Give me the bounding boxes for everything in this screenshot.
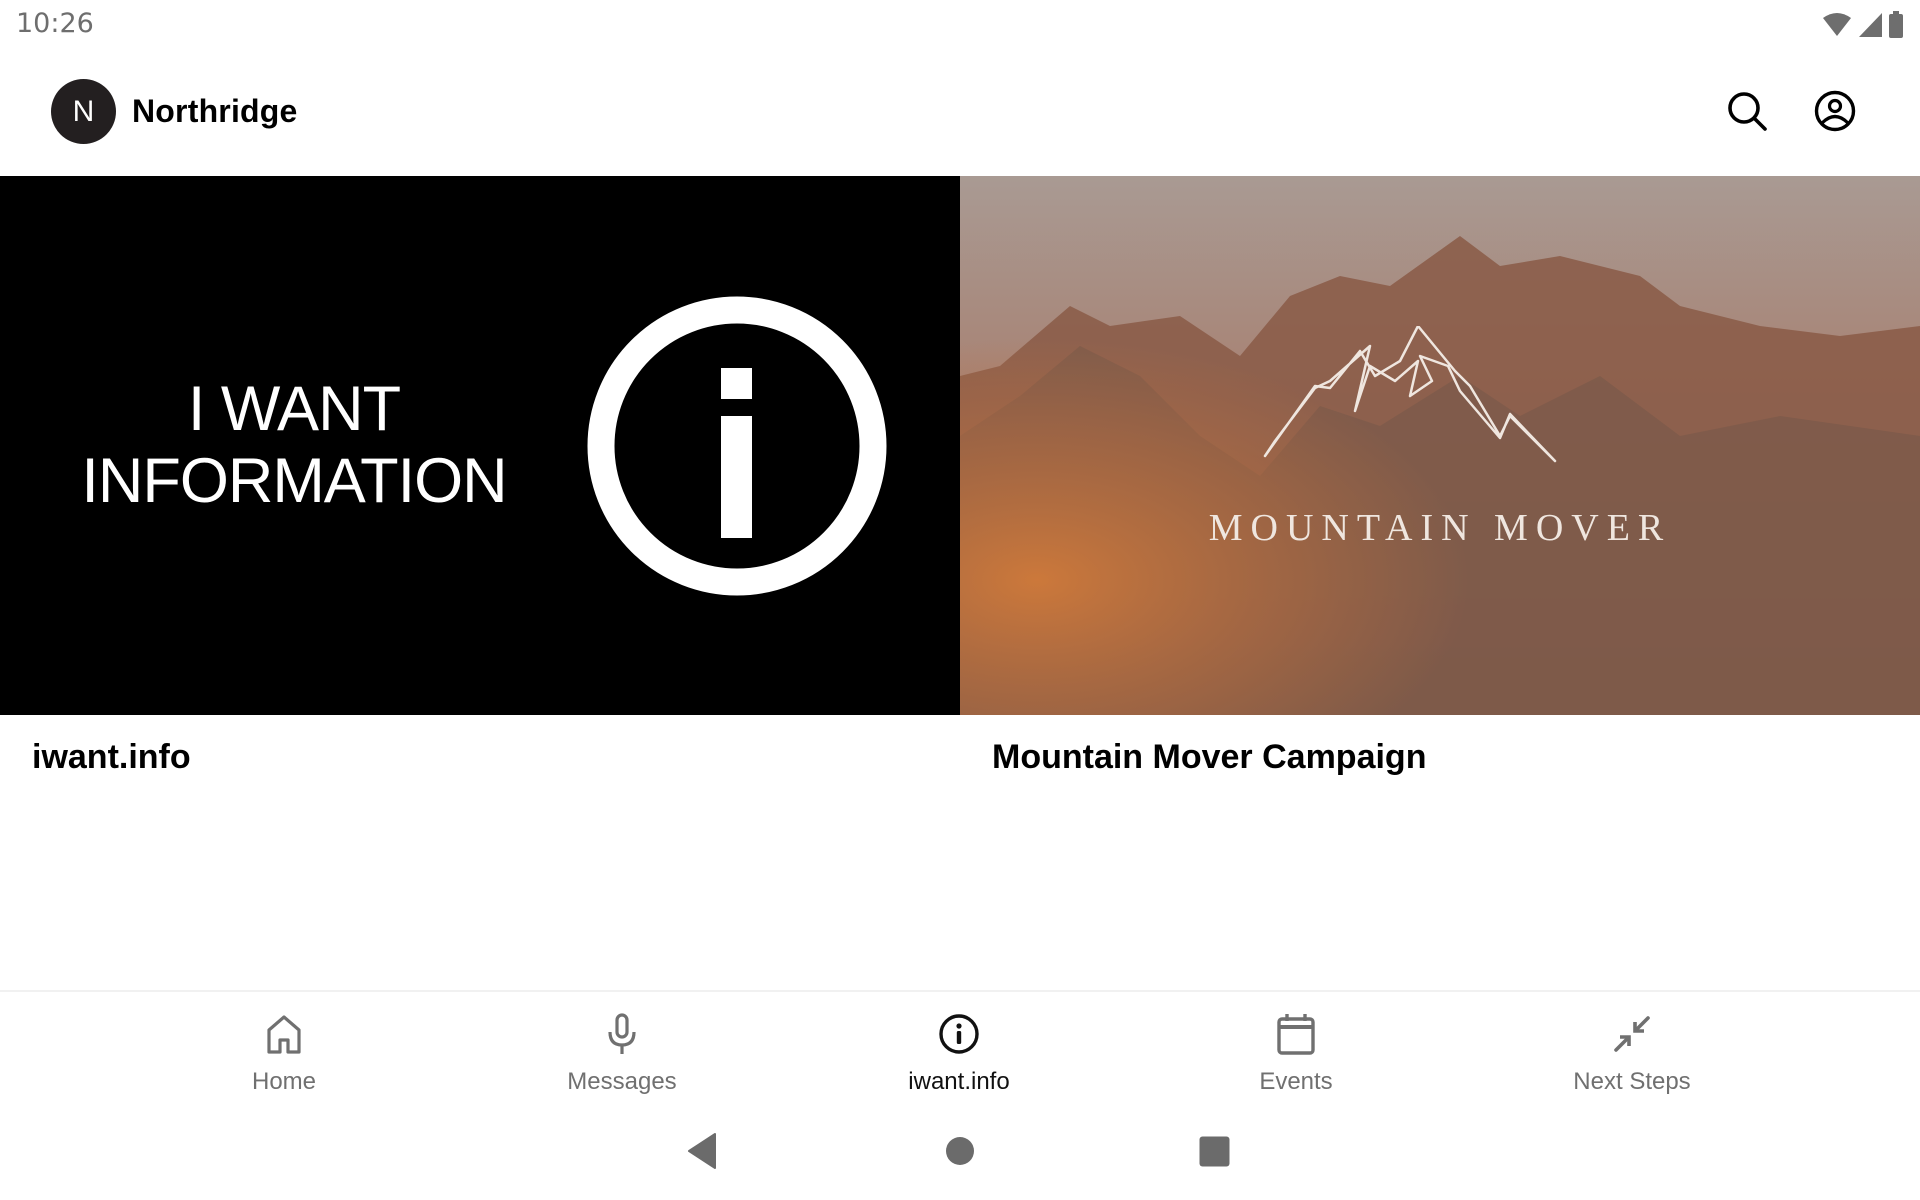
info-icon bbox=[939, 1014, 979, 1054]
banner-text: I WANT INFORMATION bbox=[0, 373, 588, 517]
battery-icon bbox=[1889, 11, 1903, 38]
mountain-logo-icon bbox=[1263, 326, 1557, 463]
card-iwant-info[interactable]: I WANT INFORMATION bbox=[0, 176, 960, 715]
search-icon bbox=[1728, 92, 1767, 131]
nav-item-next-steps[interactable]: Next Steps bbox=[1512, 1002, 1752, 1102]
banner-line-1: I WANT bbox=[187, 374, 401, 444]
church-logo[interactable]: N bbox=[51, 79, 116, 144]
cellular-signal-icon bbox=[1859, 13, 1882, 37]
status-time: 10:26 bbox=[16, 8, 94, 39]
microphone-icon bbox=[608, 1013, 636, 1054]
nav-item-home[interactable]: Home bbox=[164, 1002, 404, 1102]
banner-text: MOUNTAIN MOVER bbox=[1208, 507, 1672, 549]
nav-label: Messages bbox=[567, 1068, 677, 1095]
bottom-nav-divider bbox=[0, 990, 1920, 992]
card-caption-mountain-mover[interactable]: Mountain Mover Campaign bbox=[992, 738, 1426, 777]
wifi-icon bbox=[1823, 13, 1851, 36]
banner-line-2: INFORMATION bbox=[81, 446, 507, 516]
system-back-button[interactable] bbox=[686, 1132, 718, 1170]
home-icon bbox=[267, 1015, 301, 1054]
nav-label: Events bbox=[1259, 1068, 1333, 1095]
nav-label: Next Steps bbox=[1573, 1068, 1691, 1095]
account-button[interactable] bbox=[1812, 88, 1858, 134]
card-caption-iwant-info[interactable]: iwant.info bbox=[32, 738, 191, 777]
system-home-button[interactable] bbox=[945, 1136, 975, 1166]
nav-item-messages[interactable]: Messages bbox=[502, 1002, 742, 1102]
system-recents-button[interactable] bbox=[1199, 1136, 1230, 1167]
calendar-icon bbox=[1277, 1014, 1315, 1055]
app-title: Northridge bbox=[132, 93, 298, 129]
collapse-arrows-icon bbox=[1614, 1016, 1650, 1052]
search-button[interactable] bbox=[1724, 88, 1770, 134]
card-mountain-mover[interactable]: MOUNTAIN MOVER bbox=[960, 176, 1920, 715]
nav-label: iwant.info bbox=[908, 1068, 1010, 1095]
status-icons bbox=[1822, 10, 1904, 40]
logo-letter: N bbox=[72, 94, 95, 128]
nav-label: Home bbox=[251, 1068, 317, 1095]
nav-item-iwant-info[interactable]: iwant.info bbox=[839, 1002, 1079, 1102]
info-icon bbox=[587, 296, 887, 596]
nav-item-events[interactable]: Events bbox=[1176, 1002, 1416, 1102]
account-circle-icon bbox=[1814, 90, 1856, 132]
